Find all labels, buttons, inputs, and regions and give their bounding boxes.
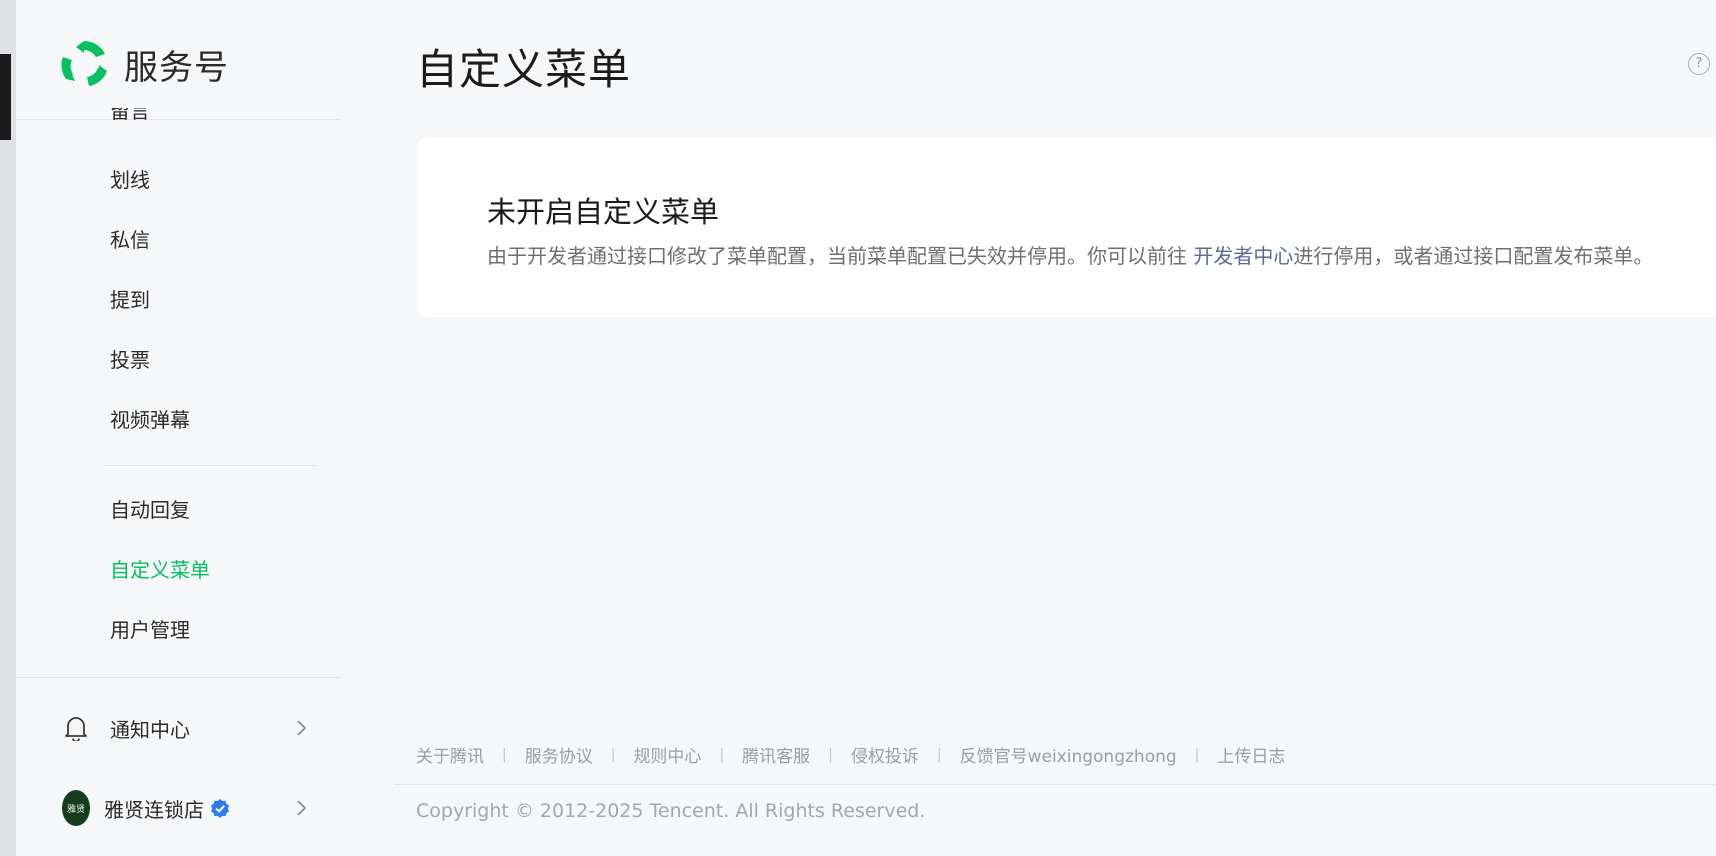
developer-center-link[interactable]: 开发者中心: [1193, 244, 1293, 268]
window-edge: [0, 0, 16, 856]
card-desc-before: 由于开发者通过接口修改了菜单配置，当前菜单配置已失效并停用。你可以前往: [487, 244, 1194, 268]
copyright-text: Copyright © 2012-2025 Tencent. All Right…: [416, 800, 926, 822]
sidebar-item-votes[interactable]: 投票: [110, 347, 150, 373]
sidebar-item-custom-menu[interactable]: 自定义菜单: [110, 557, 210, 583]
sidebar: 服务号 留言 划线 私信 提到 投票 视频弹幕 自动回复 自定义菜单 用户管理 …: [16, 0, 341, 856]
verified-badge-icon: [211, 799, 229, 818]
card-title: 未开启自定义菜单: [487, 195, 720, 229]
sidebar-item-mentions[interactable]: 提到: [110, 287, 150, 313]
wechat-service-logo-icon: [61, 40, 107, 86]
account-avatar-wrap: 雅贤: [62, 790, 90, 826]
footer-link-agreement[interactable]: 服务协议: [525, 742, 593, 767]
footer-link-support[interactable]: 腾讯客服: [742, 742, 810, 767]
footer-link-upload-log[interactable]: 上传日志: [1217, 742, 1285, 767]
footer-separator: |: [610, 746, 616, 763]
chevron-right-icon: [297, 720, 307, 736]
sidebar-divider: [104, 465, 316, 466]
footer-link-rules[interactable]: 规则中心: [633, 742, 701, 767]
notification-center-label: 通知中心: [110, 717, 190, 742]
brand-divider: [16, 119, 341, 120]
footer-links: 关于腾讯 | 服务协议 | 规则中心 | 腾讯客服 | 侵权投诉 | 反馈官号w…: [416, 742, 1285, 768]
card-description: 由于开发者通过接口修改了菜单配置，当前菜单配置已失效并停用。你可以前往 开发者中…: [487, 240, 1653, 269]
sidebar-item-video-danmaku[interactable]: 视频弹幕: [110, 407, 190, 433]
sidebar-bottom-divider: [16, 677, 341, 678]
footer-separator: |: [828, 746, 833, 763]
sidebar-item-comments[interactable]: 留言: [110, 108, 150, 126]
footer-separator: |: [1194, 746, 1200, 763]
chevron-right-icon: [297, 800, 307, 816]
page-title: 自定义菜单: [416, 45, 632, 94]
account-name: 雅贤连锁店: [104, 797, 204, 822]
help-icon[interactable]: ?: [1688, 53, 1710, 75]
bell-icon: [62, 714, 90, 742]
footer-separator: |: [719, 746, 725, 763]
window-edge-dark: [0, 54, 11, 140]
account-row[interactable]: 雅贤 雅贤连锁店: [62, 788, 312, 828]
brand-logo[interactable]: 服务号: [58, 38, 229, 90]
sidebar-item-user-management[interactable]: 用户管理: [110, 617, 190, 643]
footer-link-about[interactable]: 关于腾讯: [416, 742, 484, 767]
sidebar-item-auto-reply[interactable]: 自动回复: [110, 497, 190, 523]
menu-status-card: 未开启自定义菜单 由于开发者通过接口修改了菜单配置，当前菜单配置已失效并停用。你…: [417, 137, 1716, 317]
sidebar-item-messages[interactable]: 私信: [110, 227, 150, 253]
notification-center-row[interactable]: 通知中心: [62, 708, 312, 748]
footer-separator: |: [502, 746, 507, 763]
card-desc-after: 进行停用，或者通过接口配置发布菜单。: [1293, 244, 1654, 268]
sidebar-item-underline[interactable]: 划线: [110, 167, 150, 193]
footer-separator: |: [936, 746, 942, 763]
brand-name: 服务号: [124, 47, 229, 88]
footer-link-feedback[interactable]: 反馈官号weixingongzhong: [960, 742, 1177, 767]
footer-divider: [394, 784, 1716, 785]
footer-link-infringement[interactable]: 侵权投诉: [851, 742, 919, 767]
avatar: 雅贤: [62, 790, 90, 826]
